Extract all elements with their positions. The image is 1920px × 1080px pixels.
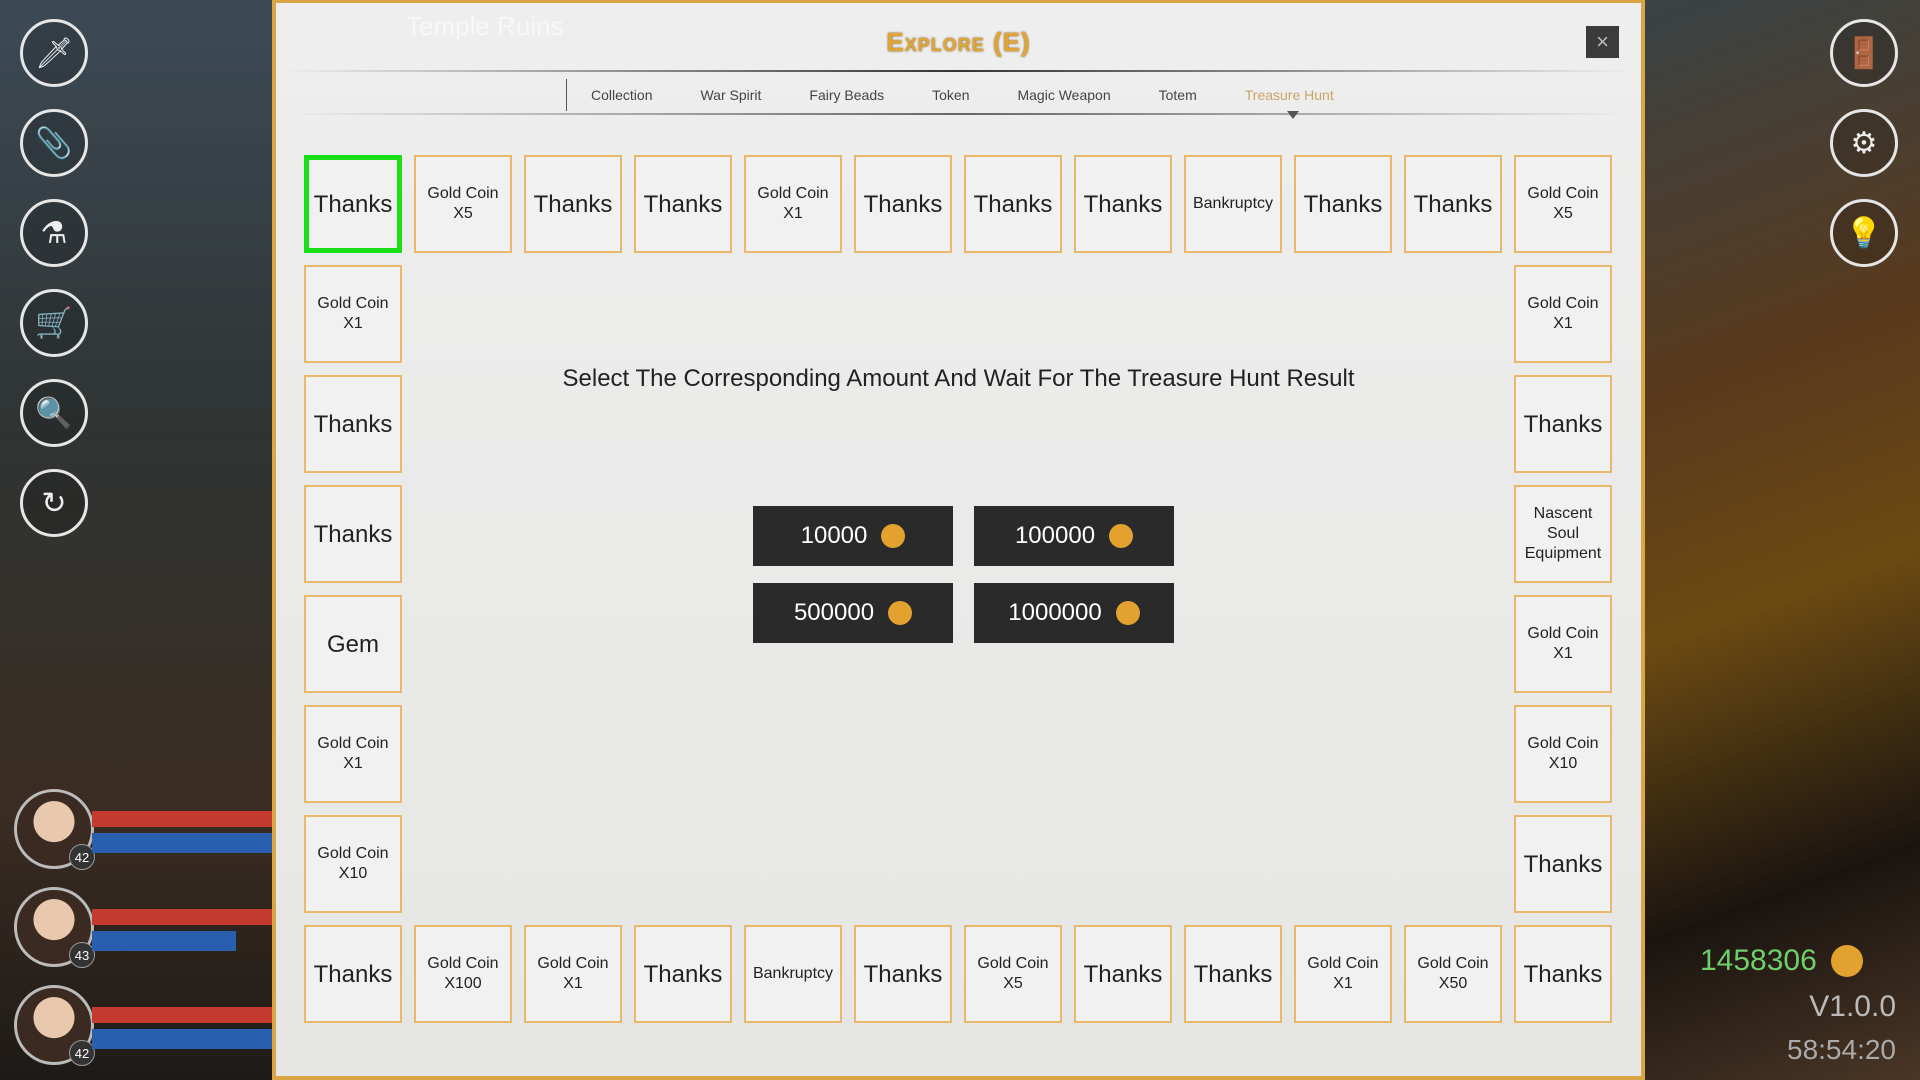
tab-collection[interactable]: Collection xyxy=(567,87,676,103)
amount-button-1000000[interactable]: 1000000 xyxy=(974,583,1174,643)
coin-icon xyxy=(1115,601,1140,625)
board-cell: Gold Coin X5 xyxy=(964,925,1062,1023)
tab-treasure-hunt[interactable]: Treasure Hunt xyxy=(1221,87,1358,103)
tab-magic-weapon[interactable]: Magic Weapon xyxy=(993,87,1134,103)
board-cell: Thanks xyxy=(1074,925,1172,1023)
party-bars xyxy=(92,1007,272,1049)
board-cell: Thanks xyxy=(854,155,952,253)
party-avatar[interactable]: 43 xyxy=(14,887,95,968)
version-label: V1.0.0 xyxy=(1809,990,1896,1023)
board-cell: Thanks xyxy=(304,155,402,253)
board-cell: Gold Coin X5 xyxy=(1514,155,1612,253)
tab-war-spirit[interactable]: War Spirit xyxy=(676,87,785,103)
tab-bar: Collection War Spirit Fairy Beads Token Magi… xyxy=(566,79,1358,111)
amount-button-100000[interactable]: 100000 xyxy=(974,506,1174,566)
board-cell: Gold Coin X10 xyxy=(1514,705,1612,803)
board-cell: Gold Coin X1 xyxy=(1514,595,1612,693)
potion-icon[interactable]: ⚗ xyxy=(20,199,88,267)
divider xyxy=(286,70,1631,72)
party-avatar[interactable]: 42 xyxy=(14,985,95,1066)
board-cell: Gold Coin X1 xyxy=(1294,925,1392,1023)
timer-label: 58:54:20 xyxy=(1787,1034,1896,1065)
party-avatar[interactable]: 42 xyxy=(14,789,95,870)
tab-totem[interactable]: Totem xyxy=(1135,87,1221,103)
gear-icon[interactable]: ⚙ xyxy=(1830,109,1898,177)
tab-fairy-beads[interactable]: Fairy Beads xyxy=(785,87,908,103)
board-cell: Gem xyxy=(304,595,402,693)
gold-amount: 1458306 xyxy=(1700,944,1817,977)
door-icon[interactable]: 🚪 xyxy=(1830,19,1898,87)
board-cell: Thanks xyxy=(1184,925,1282,1023)
board-cell: Thanks xyxy=(634,925,732,1023)
party-bars xyxy=(92,909,272,951)
board-cell: Gold Coin X1 xyxy=(744,155,842,253)
board-cell: Thanks xyxy=(634,155,732,253)
cart-icon[interactable]: 🛒 xyxy=(20,289,88,357)
board-cell: Thanks xyxy=(964,155,1062,253)
mp-bar xyxy=(92,1029,272,1049)
coin-icon xyxy=(888,601,913,625)
amount-label: 10000 xyxy=(800,522,868,549)
board-cell: Gold Coin X50 xyxy=(1404,925,1502,1023)
board-cell: Bankruptcy xyxy=(744,925,842,1023)
board-cell: Gold Coin X10 xyxy=(304,815,402,913)
close-button[interactable]: × xyxy=(1586,26,1619,58)
board-cell: Thanks xyxy=(304,485,402,583)
refresh-icon[interactable]: ↻ xyxy=(20,469,88,537)
board-cell: Thanks xyxy=(1074,155,1172,253)
sword-icon[interactable]: 🗡 xyxy=(20,19,88,87)
divider xyxy=(286,113,1631,115)
bulb-icon[interactable]: 💡 xyxy=(1830,199,1898,267)
board-cell: Gold Coin X1 xyxy=(524,925,622,1023)
instruction-text: Select The Corresponding Amount And Wait… xyxy=(562,365,1355,392)
panel-title: Explore (E) xyxy=(886,27,1031,57)
amount-label: 100000 xyxy=(1014,522,1096,549)
board-cell: Thanks xyxy=(524,155,622,253)
mp-bar xyxy=(92,833,272,853)
search-icon[interactable]: 🔍 xyxy=(20,379,88,447)
gold-balance: 1458306 xyxy=(1700,944,1863,978)
coin-icon xyxy=(1830,945,1863,977)
hp-bar xyxy=(92,1007,272,1023)
amount-button-10000[interactable]: 10000 xyxy=(753,506,953,566)
active-tab-indicator xyxy=(1287,111,1299,119)
mp-bar xyxy=(92,931,236,951)
board-cell: Thanks xyxy=(1514,925,1612,1023)
board-cell: Nascent Soul Equipment xyxy=(1514,485,1612,583)
board-cell: Gold Coin X1 xyxy=(304,705,402,803)
amount-button-500000[interactable]: 500000 xyxy=(753,583,953,643)
board-cell: Bankruptcy xyxy=(1184,155,1282,253)
board-cell: Gold Coin X100 xyxy=(414,925,512,1023)
hp-bar xyxy=(92,909,272,925)
coin-icon xyxy=(1109,524,1134,548)
board-cell: Gold Coin X1 xyxy=(1514,265,1612,363)
board-cell: Gold Coin X1 xyxy=(304,265,402,363)
board-cell: Thanks xyxy=(854,925,952,1023)
board-cell: Thanks xyxy=(1404,155,1502,253)
explore-panel: Temple Ruins Explore (E) × Collection War… xyxy=(272,0,1645,1080)
board-cell: Thanks xyxy=(304,925,402,1023)
paperclip-icon[interactable]: 📎 xyxy=(20,109,88,177)
amount-label: 500000 xyxy=(793,599,875,626)
board-cell: Thanks xyxy=(1514,815,1612,913)
tab-token[interactable]: Token xyxy=(908,87,993,103)
party-bars xyxy=(92,811,272,853)
coin-icon xyxy=(881,524,906,548)
board-cell: Gold Coin X5 xyxy=(414,155,512,253)
board-cell: Thanks xyxy=(1294,155,1392,253)
amount-label: 1000000 xyxy=(1008,599,1102,626)
hp-bar xyxy=(92,811,272,827)
